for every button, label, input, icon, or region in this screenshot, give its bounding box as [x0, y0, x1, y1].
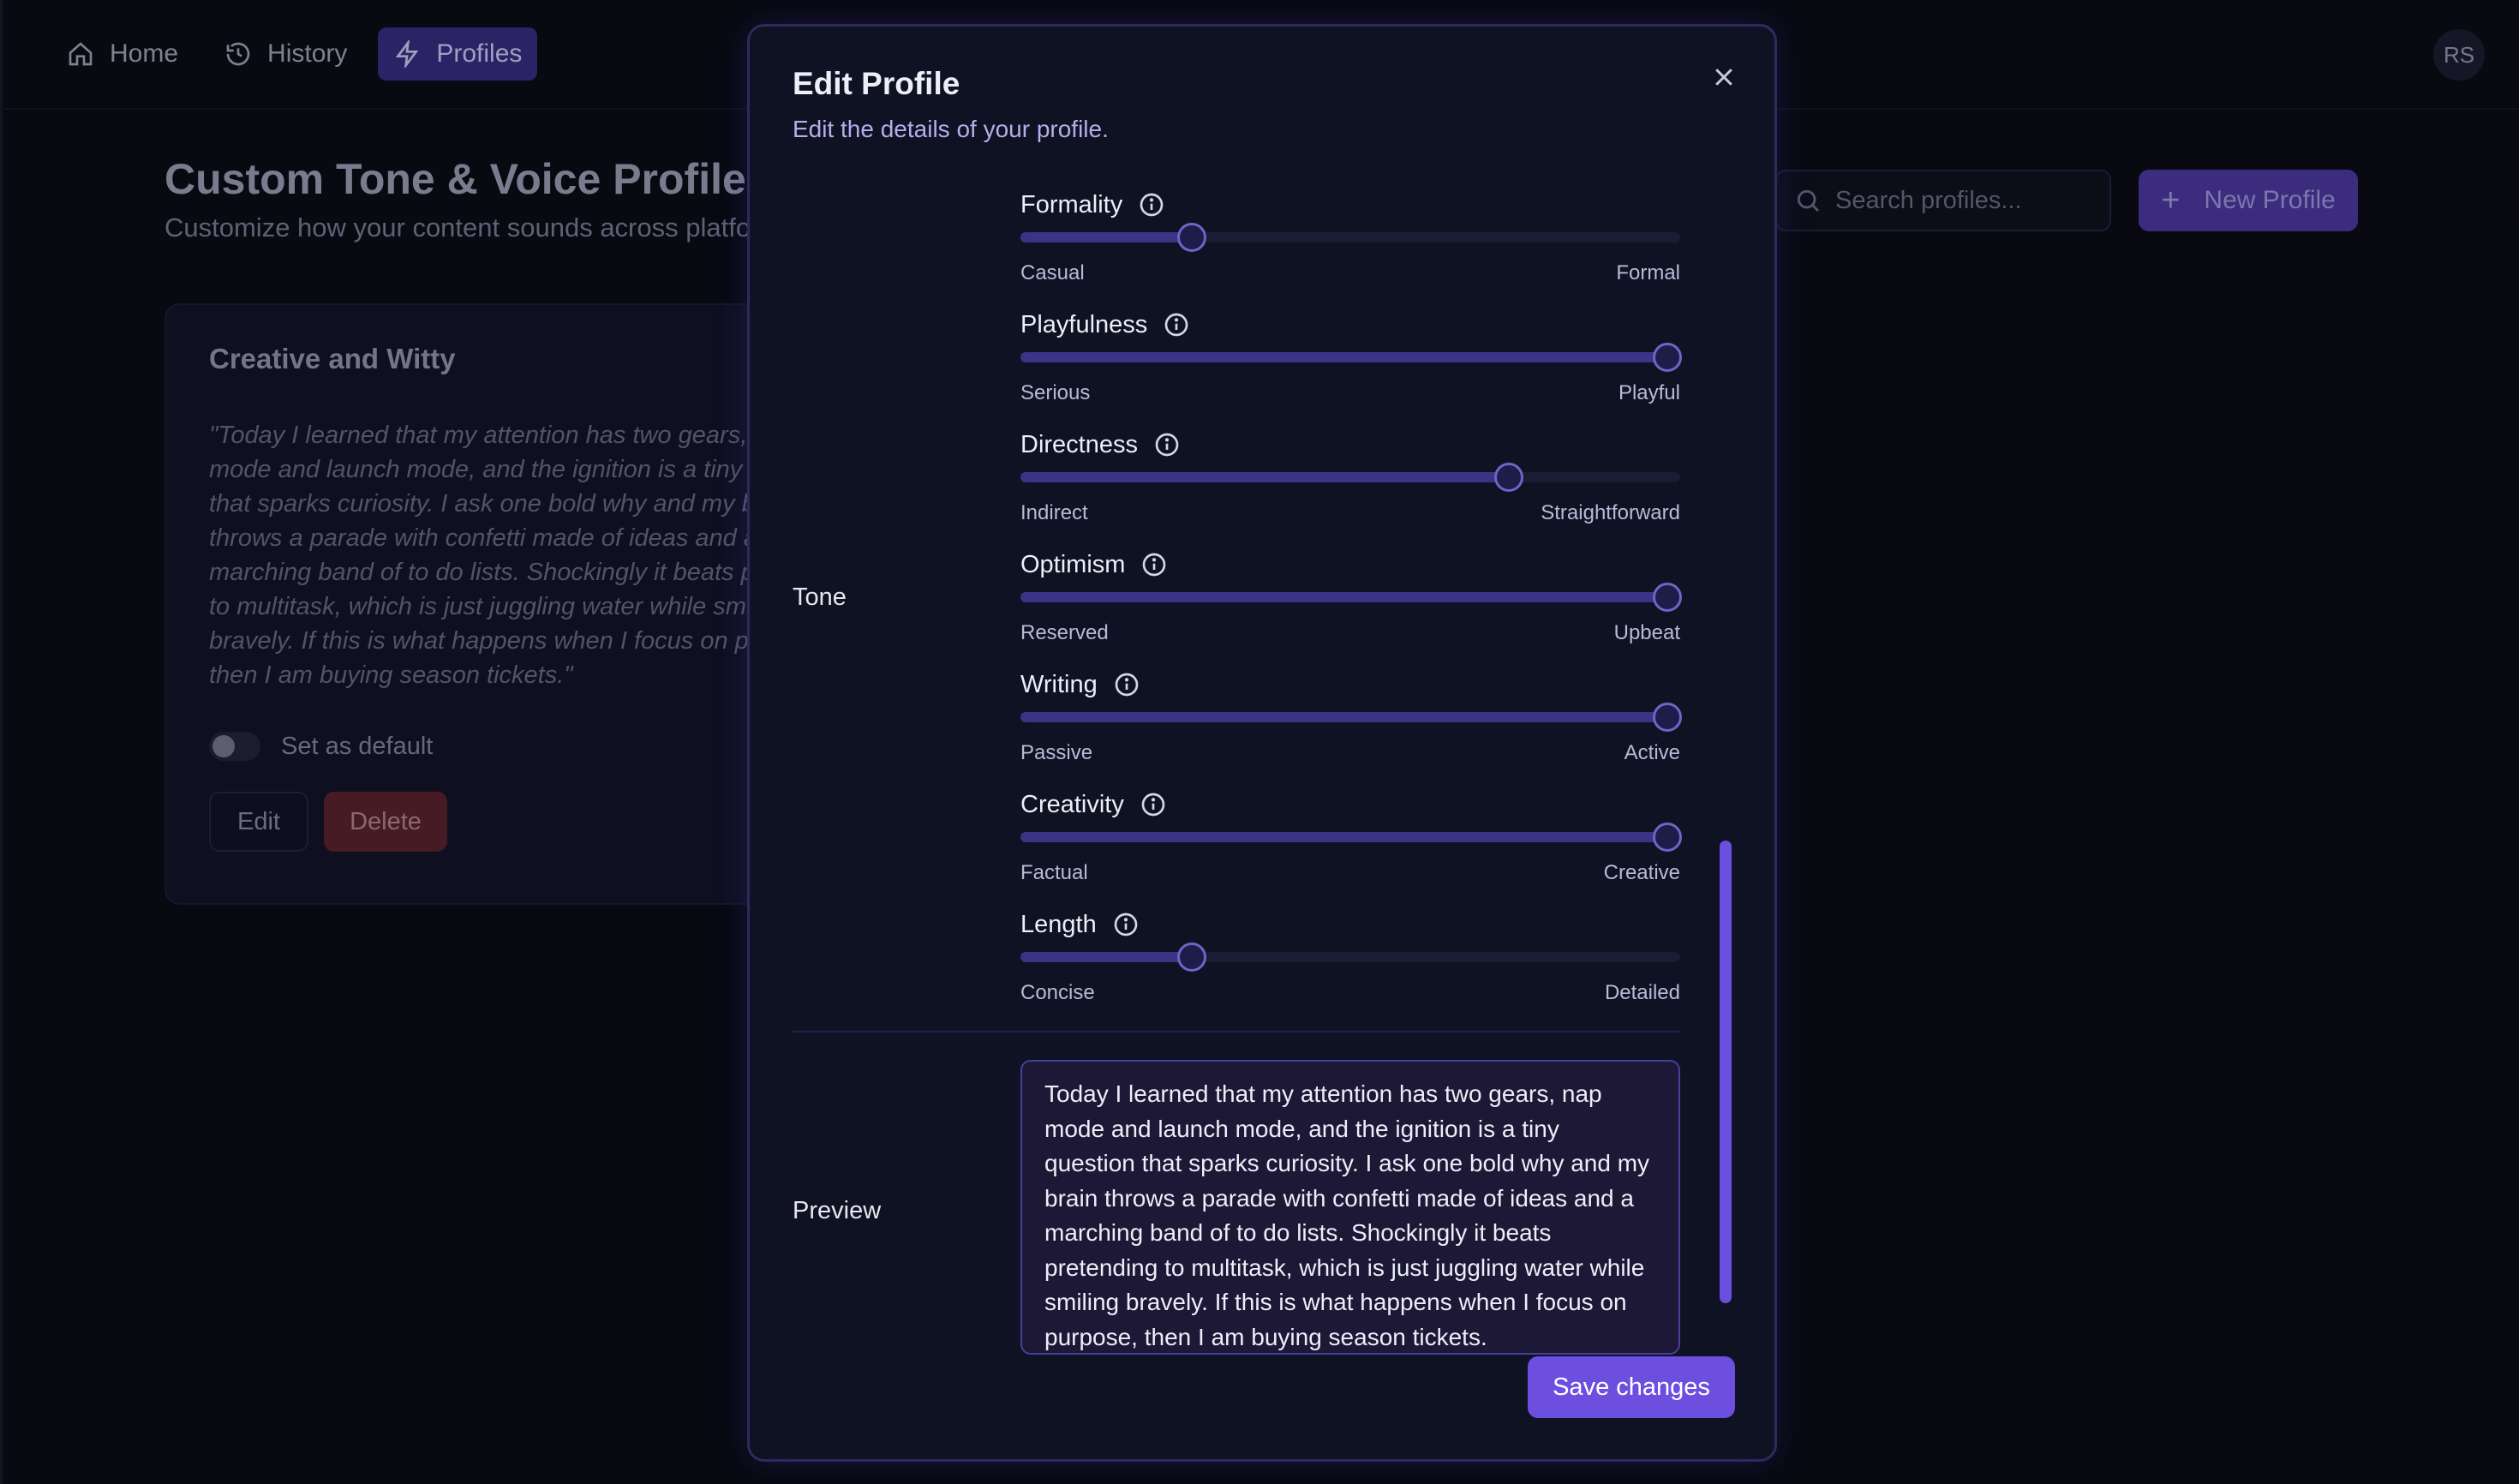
slider-creativity-min-label: Factual [1020, 861, 1088, 884]
slider-optimism-label: Optimism [1020, 550, 1126, 578]
preview-label: Preview [793, 1197, 882, 1224]
slider-length-track[interactable] [1020, 942, 1680, 972]
slider-length-range-labels: Concise Detailed [1020, 981, 1680, 1005]
info-icon[interactable] [1163, 311, 1190, 338]
slider-writing-min-label: Passive [1020, 741, 1093, 764]
edit-profile-modal: Edit Profile Edit the details of your pr… [747, 24, 1777, 1462]
slider-optimism-header: Optimism [1020, 548, 1680, 582]
slider-directness-thumb[interactable] [1493, 463, 1523, 492]
slider-directness-header: Directness [1020, 428, 1680, 462]
slider-creativity-header: Creativity [1020, 787, 1680, 822]
slider-optimism-min-label: Reserved [1020, 621, 1109, 644]
slider-playfulness-min-label: Serious [1020, 381, 1091, 404]
slider-creativity-label: Creativity [1020, 790, 1124, 818]
modal-description: Edit the details of your profile. [793, 116, 1109, 142]
close-button[interactable] [1702, 56, 1745, 99]
slider-formality-max-label: Formal [1616, 261, 1680, 284]
info-icon[interactable] [1138, 191, 1165, 218]
slider-length: Length Concise Detailed [1020, 907, 1680, 1019]
save-changes-button[interactable]: Save changes [1528, 1356, 1735, 1418]
slider-creativity: Creativity Factual Creative [1020, 787, 1682, 899]
slider-optimism-track[interactable] [1020, 583, 1682, 612]
slider-length-fill [1020, 952, 1193, 962]
slider-writing-label: Writing [1020, 670, 1098, 698]
slider-writing-range-labels: Passive Active [1020, 741, 1680, 765]
slider-directness: Directness Indirect Straightforward [1020, 428, 1680, 539]
slider-playfulness-max-label: Playful [1618, 381, 1680, 404]
slider-formality-min-label: Casual [1020, 261, 1085, 284]
slider-formality-thumb[interactable] [1177, 223, 1207, 252]
slider-length-max-label: Detailed [1604, 981, 1680, 1004]
slider-optimism-max-label: Upbeat [1613, 621, 1680, 644]
modal-title: Edit Profile [793, 66, 960, 101]
slider-playfulness-label: Playfulness [1020, 310, 1148, 338]
slider-playfulness-range-labels: Serious Playful [1020, 381, 1680, 405]
slider-directness-max-label: Straightforward [1541, 501, 1680, 524]
slider-directness-min-label: Indirect [1020, 501, 1088, 524]
slider-formality-range-labels: Casual Formal [1020, 261, 1680, 285]
slider-directness-range-labels: Indirect Straightforward [1020, 501, 1680, 525]
slider-directness-track[interactable] [1020, 463, 1680, 492]
slider-creativity-range-labels: Factual Creative [1020, 861, 1680, 885]
slider-creativity-thumb[interactable] [1652, 823, 1682, 852]
slider-playfulness-thumb[interactable] [1652, 343, 1682, 372]
slider-creativity-fill [1020, 832, 1667, 842]
slider-creativity-track[interactable] [1020, 823, 1682, 852]
slider-writing-track[interactable] [1020, 703, 1682, 732]
slider-playfulness-track[interactable] [1020, 343, 1682, 372]
slider-directness-fill [1020, 472, 1509, 482]
slider-playfulness-fill [1020, 352, 1667, 362]
info-icon[interactable] [1140, 791, 1167, 818]
slider-length-thumb[interactable] [1177, 942, 1207, 972]
section-divider [793, 1031, 1680, 1032]
slider-formality-label: Formality [1020, 190, 1123, 218]
slider-playfulness-header: Playfulness [1020, 308, 1680, 342]
tone-label: Tone [793, 583, 847, 611]
slider-optimism-range-labels: Reserved Upbeat [1020, 621, 1680, 645]
info-icon[interactable] [1140, 551, 1168, 578]
slider-formality-fill [1020, 232, 1193, 242]
slider-length-label: Length [1020, 910, 1097, 938]
slider-creativity-max-label: Creative [1603, 861, 1680, 884]
slider-optimism: Optimism Reserved Upbeat [1020, 548, 1682, 659]
modal-scrollbar[interactable] [1720, 841, 1732, 1303]
slider-formality-track[interactable] [1020, 223, 1680, 252]
preview-textarea[interactable]: Today I learned that my attention has tw… [1020, 1060, 1680, 1355]
close-icon [1715, 69, 1732, 86]
slider-optimism-fill [1020, 592, 1667, 602]
slider-writing-fill [1020, 712, 1667, 722]
slider-writing-max-label: Active [1624, 741, 1680, 764]
slider-formality: Formality Casual Formal [1020, 188, 1680, 299]
slider-writing: Writing Passive Active [1020, 667, 1682, 779]
slider-formality-header: Formality [1020, 188, 1680, 222]
slider-length-min-label: Concise [1020, 981, 1095, 1004]
slider-writing-header: Writing [1020, 667, 1680, 702]
slider-directness-label: Directness [1020, 430, 1138, 458]
info-icon[interactable] [1153, 431, 1181, 458]
slider-playfulness: Playfulness Serious Playful [1020, 308, 1682, 419]
info-icon[interactable] [1113, 671, 1140, 698]
slider-optimism-thumb[interactable] [1652, 583, 1682, 612]
info-icon[interactable] [1112, 911, 1140, 938]
slider-writing-thumb[interactable] [1652, 703, 1682, 732]
slider-length-header: Length [1020, 907, 1680, 942]
